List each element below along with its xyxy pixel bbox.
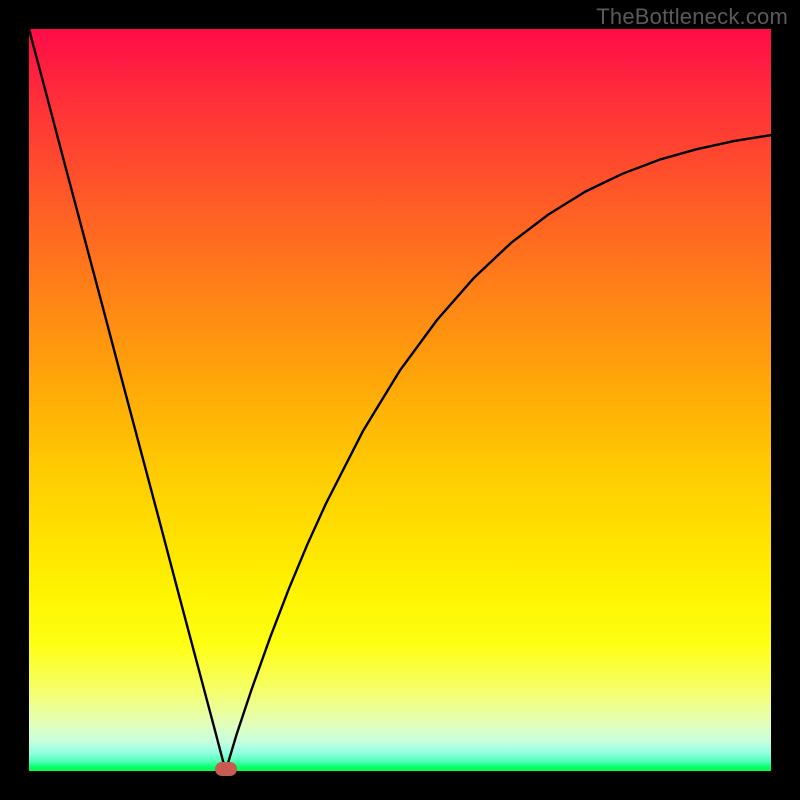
minimum-marker [215, 762, 237, 776]
plot-area [29, 29, 771, 771]
chart-frame: TheBottleneck.com [0, 0, 800, 800]
bottleneck-curve [29, 29, 771, 771]
watermark-text: TheBottleneck.com [596, 4, 788, 30]
